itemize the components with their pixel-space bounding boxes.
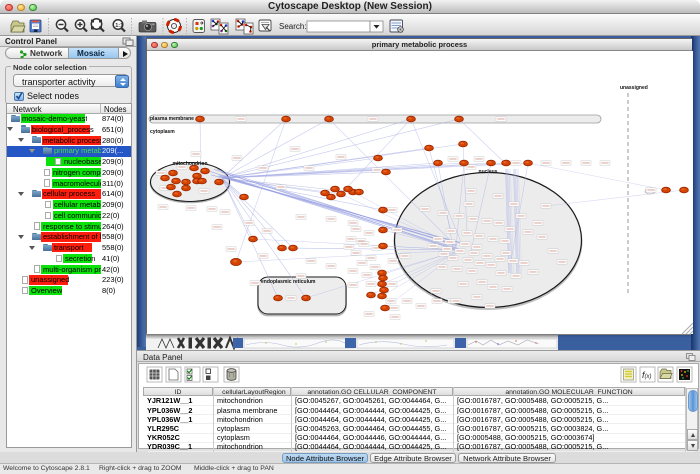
svg-text:unassigned: unassigned: [620, 85, 648, 91]
svg-text:cytoplasm: cytoplasm: [150, 129, 175, 135]
svg-text:Search:: Search:: [279, 22, 307, 31]
svg-text:nucleus: nucleus: [479, 169, 498, 175]
svg-text:plasma membrane: plasma membrane: [150, 116, 194, 122]
svg-text:1:1: 1:1: [115, 23, 123, 29]
svg-text:endoplasmic reticulum: endoplasmic reticulum: [261, 279, 316, 285]
svg-text:mitochondrion: mitochondrion: [173, 161, 208, 167]
